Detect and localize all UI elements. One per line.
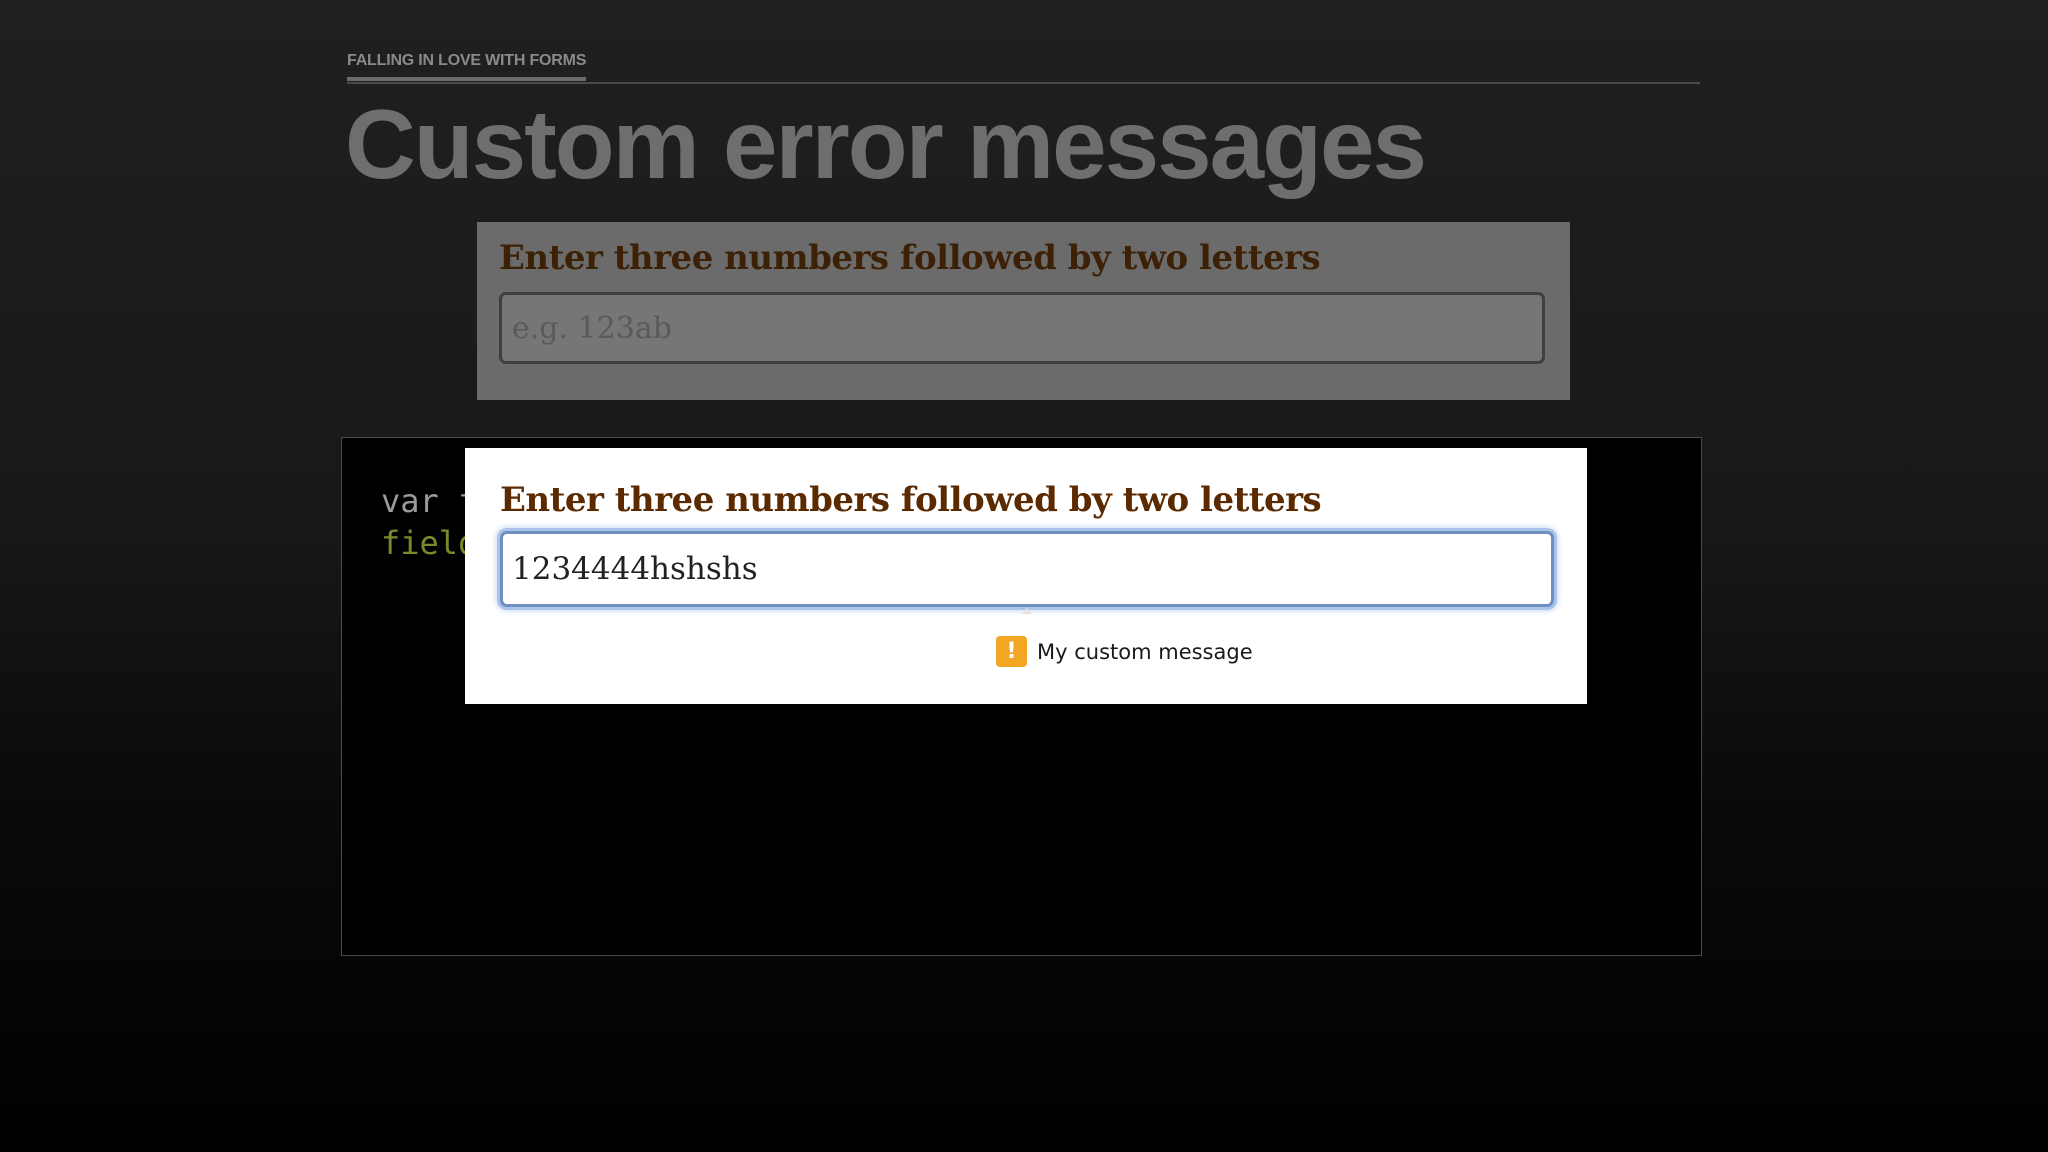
background-form-preview: Enter three numbers followed by two lett… — [477, 222, 1570, 400]
slide-eyebrow: FALLING IN LOVE WITH FORMS — [347, 52, 586, 81]
validation-tooltip: ! My custom message — [996, 636, 1253, 667]
code-input[interactable] — [500, 531, 1554, 607]
tooltip-arrow — [1022, 608, 1032, 614]
slide-title: Custom error messages — [345, 89, 1427, 199]
validation-message: My custom message — [1037, 639, 1253, 664]
demo-form-popup: Enter three numbers followed by two lett… — [465, 448, 1587, 704]
warning-icon: ! — [996, 636, 1027, 667]
code-line-1: var f — [381, 482, 478, 520]
demo-form-label: Enter three numbers followed by two lett… — [500, 480, 1322, 520]
code-line-2: field — [381, 524, 478, 562]
background-code-input[interactable] — [499, 292, 1545, 364]
slide-header-rule: FALLING IN LOVE WITH FORMS — [347, 48, 1700, 84]
background-form-label: Enter three numbers followed by two lett… — [499, 238, 1321, 278]
